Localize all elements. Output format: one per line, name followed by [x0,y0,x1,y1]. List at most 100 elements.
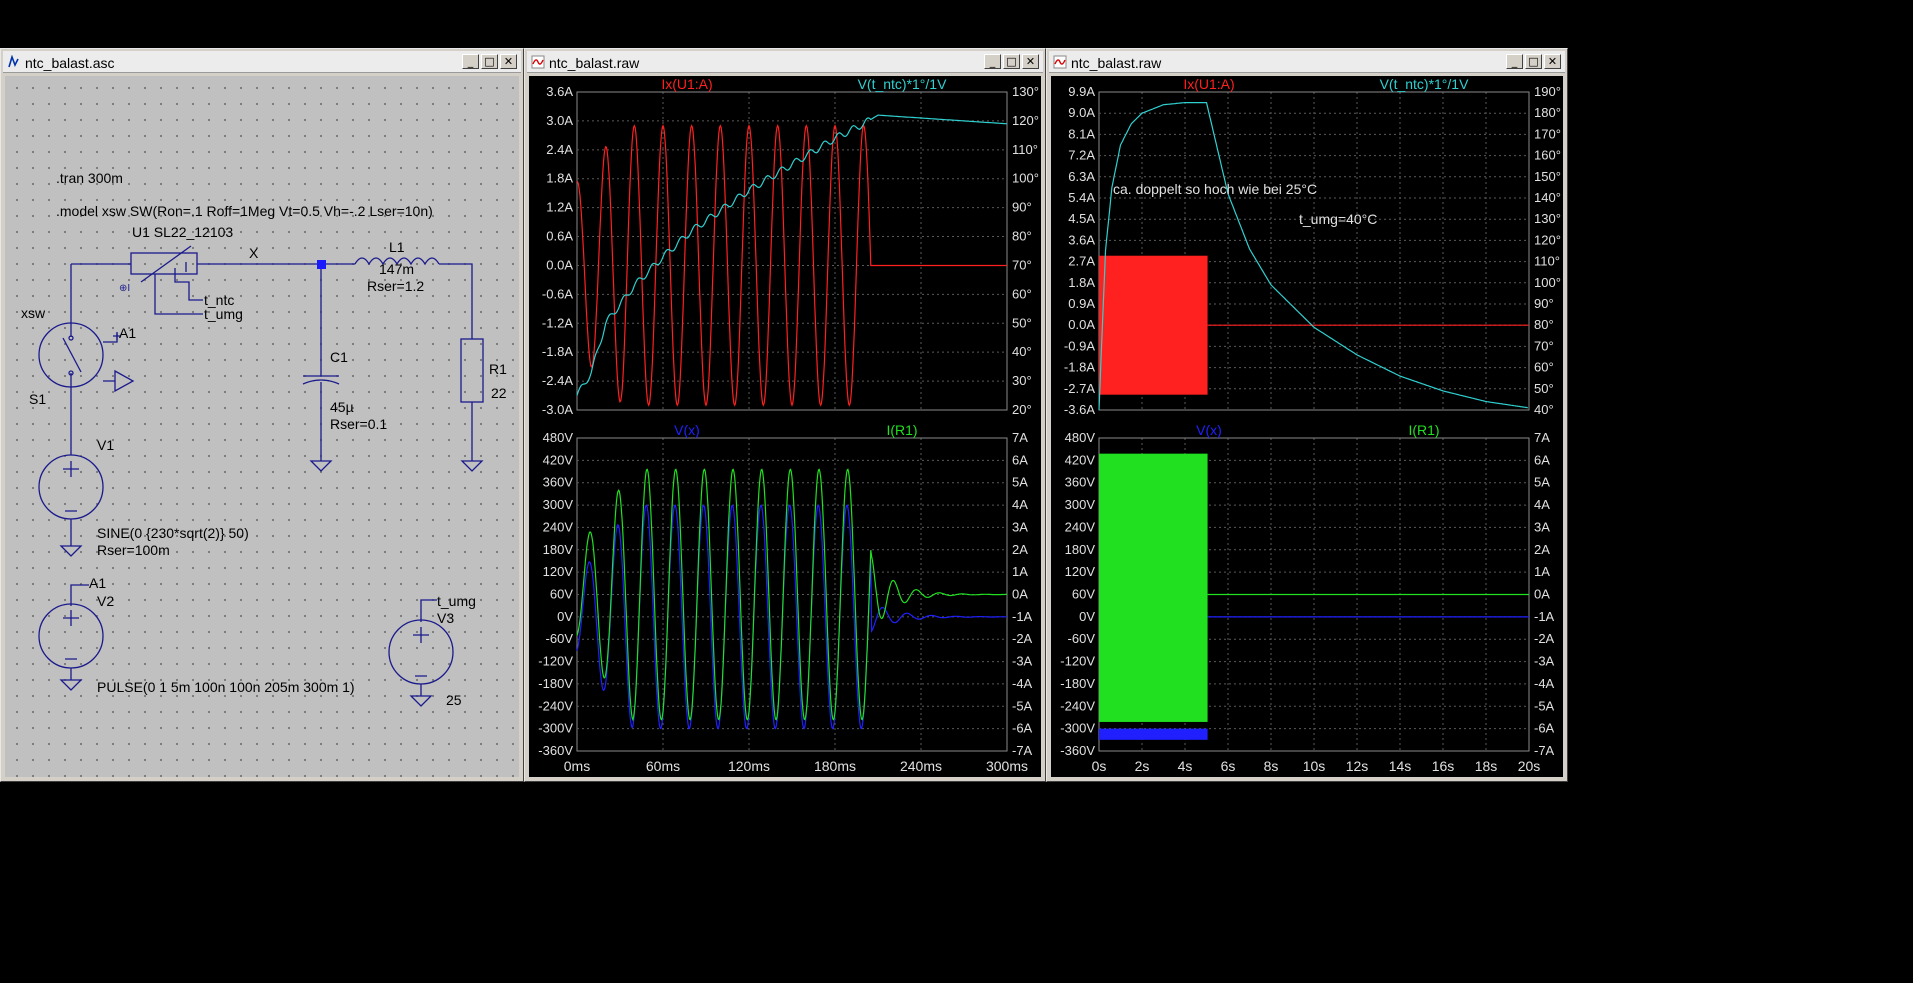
v2-name[interactable]: V2 [97,593,114,609]
trace-label-right[interactable]: V(t_ntc)*1°/1V [1380,76,1470,92]
y-tick-label-left: -120V [1060,654,1095,669]
y-tick-label-left: 0.9A [1068,296,1095,311]
y-tick-label-left: -3.0A [542,402,573,417]
c1-rser[interactable]: Rser=0.1 [330,416,387,432]
schematic-drawing: ⊕I .tran 300m .model xsw SW(Ron=.1 Roff=… [21,170,507,708]
y-tick-label-left: -0.9A [1064,338,1095,353]
v1-rser[interactable]: Rser=100m [97,542,170,558]
annotation-doppelt[interactable]: ca. doppelt so hoch wie bei 25°C [1113,181,1317,197]
v3-value[interactable]: 25 [446,692,462,708]
schematic-window: ntc_balast.asc _ □ ✕ ⊕I .tran 300m .mode… [0,48,524,782]
v2-spec[interactable]: PULSE(0 1 5m 100n 100n 205m 300m 1) [97,679,355,695]
y-tick-label-right: 160° [1534,148,1561,163]
y-tick-label-left: -180V [1060,676,1095,691]
y-tick-label-left: 1.8A [546,171,573,186]
schematic-titlebar[interactable]: ntc_balast.asc _ □ ✕ [3,51,521,73]
annotation-t-umg[interactable]: t_umg=40°C [1299,211,1377,227]
x-tick-label: 10s [1303,758,1326,774]
y-tick-label-right: 190° [1534,84,1561,99]
y-tick-label-left: 360V [543,475,574,490]
maximize-button[interactable]: □ [481,54,498,69]
trace-label-left[interactable]: Ix(U1:A) [1183,76,1234,92]
model-directive[interactable]: .model xsw SW(Ron=.1 Roff=1Meg Vt=0.5 Vh… [56,203,433,219]
plot1-chart[interactable]: 0ms 60ms 120ms 180ms 240ms 300ms 3.6A 130° 3.0A 1… [529,76,1043,779]
net-x-label[interactable]: X [249,245,259,261]
plot2-chart[interactable]: 0s 2s 4s 6s 8s 10s 12s 14s 16s 18s 20s 9.9A 190° 9.0A… [1051,76,1565,779]
trace-ix-u1a-envelope[interactable] [1099,255,1208,395]
y-tick-label-left: 6.3A [1068,169,1095,184]
y-tick-label-left: 5.4A [1068,190,1095,205]
y-tick-label-right: 20° [1012,402,1032,417]
y-tick-label-left: -300V [1060,721,1095,736]
x-tick-label: 180ms [814,758,856,774]
y-tick-label-left: 180V [1065,542,1096,557]
close-button[interactable]: ✕ [1544,54,1561,69]
c1-name[interactable]: C1 [330,349,348,365]
maximize-button[interactable]: □ [1003,54,1020,69]
trace-v-x-envelope[interactable] [1099,728,1208,740]
l1-rser[interactable]: Rser=1.2 [367,278,424,294]
v3-name[interactable]: V3 [437,610,454,626]
trace-label-right[interactable]: V(t_ntc)*1°/1V [858,76,948,92]
x-tick-label: 6s [1221,758,1236,774]
y-tick-label-right: 3A [1534,519,1550,534]
plot1-titlebar[interactable]: ntc_balast.raw _ □ ✕ [527,51,1043,73]
y-tick-label-left: 9.9A [1068,84,1095,99]
plot2-area[interactable]: 0s 2s 4s 6s 8s 10s 12s 14s 16s 18s 20s 9.9A 190° 9.0A… [1051,76,1563,777]
y-tick-label-right: -1A [1012,609,1033,624]
y-tick-label-left: 0.0A [546,257,573,272]
s1-ctrl-net: A1 [119,325,136,341]
l1-value[interactable]: 147m [379,261,414,277]
minimize-button[interactable]: _ [984,54,1001,69]
y-tick-label-right: 110° [1534,254,1560,269]
minimize-button[interactable]: _ [462,54,479,69]
x-tick-label: 300ms [986,758,1028,774]
x-tick-label: 60ms [646,758,680,774]
trace-label-right[interactable]: I(R1) [886,422,917,438]
y-tick-label-right: 5A [1012,475,1028,490]
maximize-button[interactable]: □ [1525,54,1542,69]
trace-i-r1-envelope[interactable] [1099,453,1208,722]
close-button[interactable]: ✕ [500,54,517,69]
y-tick-label-right: 40° [1534,402,1554,417]
y-tick-label-left: -300V [538,721,573,736]
s1-name[interactable]: S1 [29,391,46,407]
y-tick-label-right: -1A [1534,609,1555,624]
plot2-titlebar[interactable]: ntc_balast.raw _ □ ✕ [1049,51,1565,73]
v1-name[interactable]: V1 [97,437,114,453]
trace-label-left[interactable]: V(x) [674,422,700,438]
y-tick-label-left: 420V [1065,452,1096,467]
y-tick-label-left: 120V [1065,564,1096,579]
y-tick-label-right: -2A [1012,631,1033,646]
trace-label-left[interactable]: V(x) [1196,422,1222,438]
plot1-area[interactable]: 0ms 60ms 120ms 180ms 240ms 300ms 3.6A 130° 3.0A 1… [529,76,1041,777]
y-tick-label-left: -2.7A [1064,381,1095,396]
y-tick-label-left: -240V [1060,698,1095,713]
y-tick-label-left: 120V [543,564,574,579]
r1-name[interactable]: R1 [489,361,507,377]
v1-spec[interactable]: SINE(0 {230*sqrt(2)} 50) [97,525,249,541]
y-tick-label-left: -0.6A [542,286,573,301]
y-tick-label-left: -3.6A [1064,402,1095,417]
y-tick-label-right: 7A [1012,430,1028,445]
c1-value[interactable]: 45µ [330,399,354,415]
minimize-button[interactable]: _ [1506,54,1523,69]
net-node-x[interactable] [317,260,326,269]
trace-label-left[interactable]: Ix(U1:A) [661,76,712,92]
y-tick-label-right: 180° [1534,105,1561,120]
trace-label-right[interactable]: I(R1) [1408,422,1439,438]
y-tick-label-left: 480V [1065,430,1096,445]
y-tick-label-left: 300V [1065,497,1096,512]
r1-value[interactable]: 22 [491,385,507,401]
u1-label[interactable]: U1 SL22_12103 [132,224,233,240]
plot1-grid: 0ms 60ms 120ms 180ms 240ms 300ms [564,92,1028,774]
y-tick-label-right: -6A [1012,721,1033,736]
y-tick-label-right: 4A [1534,497,1550,512]
l1-name[interactable]: L1 [389,239,405,255]
svg-text:⊕I: ⊕I [119,283,130,294]
close-button[interactable]: ✕ [1022,54,1039,69]
tran-directive[interactable]: .tran 300m [56,170,123,186]
schematic-canvas[interactable]: ⊕I .tran 300m .model xsw SW(Ron=.1 Roff=… [5,76,519,777]
y-tick-label-left: 480V [543,430,574,445]
s1-model[interactable]: xsw [21,305,46,321]
